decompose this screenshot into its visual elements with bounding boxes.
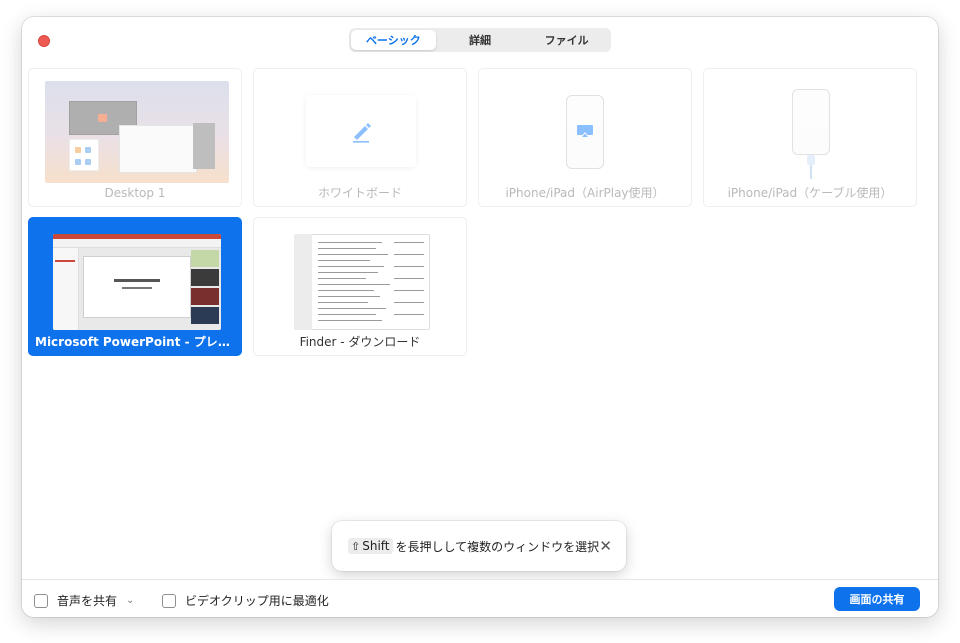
footer-bar: 音声を共有 ⌄ ビデオクリップ用に最適化 画面の共有 [22, 579, 938, 617]
share-audio-label: 音声を共有 [57, 594, 118, 608]
source-label: iPhone/iPad（ケーブル使用） [727, 186, 893, 200]
source-label: ホワイトボード [317, 186, 402, 200]
source-label: iPhone/iPad（AirPlay使用） [505, 186, 665, 200]
cable-line [810, 165, 812, 179]
phone-icon [792, 89, 830, 155]
source-label: Desktop 1 [104, 186, 166, 200]
share-audio-checkbox[interactable]: 音声を共有 ⌄ [34, 592, 134, 609]
pencil-icon [353, 123, 371, 143]
source-iphone-cable[interactable]: iPhone/iPad（ケーブル使用） [703, 68, 917, 207]
source-finder-window[interactable]: Finder - ダウンロード [253, 217, 467, 356]
lightning-cable-icon [807, 155, 815, 165]
source-label: Finder - ダウンロード [299, 335, 421, 349]
share-screen-window: ベーシック 詳細 ファイル Desktop 1 ホワイトボード iPhone/i… [22, 17, 938, 617]
source-desktop[interactable]: Desktop 1 [28, 68, 242, 207]
shift-icon: ⇧ [351, 539, 361, 553]
source-label: Microsoft PowerPoint - プレゼンテ… [35, 335, 241, 349]
desktop-thumbnail [45, 81, 229, 183]
chevron-down-icon[interactable]: ⌄ [126, 595, 134, 606]
checkbox-box[interactable] [34, 593, 48, 608]
airplay-icon [577, 125, 593, 137]
close-icon[interactable]: ✕ [599, 538, 612, 554]
share-screen-button[interactable]: 画面の共有 [834, 587, 920, 611]
optimize-video-label: ビデオクリップ用に最適化 [185, 594, 329, 608]
tip-text: を長押しして複数のウィンドウを選択 [395, 539, 600, 554]
multi-select-tip: ⇧ Shift を長押しして複数のウィンドウを選択 ✕ [332, 521, 626, 571]
source-iphone-airplay[interactable]: iPhone/iPad（AirPlay使用） [478, 68, 692, 207]
shift-key-label: Shift [362, 539, 390, 553]
tab-advanced[interactable]: 詳細 [438, 30, 523, 50]
finder-thumbnail [294, 234, 430, 330]
tab-files[interactable]: ファイル [524, 30, 609, 50]
tab-bar: ベーシック 詳細 ファイル [349, 28, 611, 52]
optimize-video-checkbox[interactable]: ビデオクリップ用に最適化 [162, 592, 329, 609]
tab-basic[interactable]: ベーシック [351, 30, 436, 50]
source-whiteboard[interactable]: ホワイトボード [253, 68, 467, 207]
close-window-icon[interactable] [38, 35, 50, 47]
phone-icon [566, 95, 604, 169]
shift-key-badge: ⇧ Shift [348, 538, 393, 554]
powerpoint-thumbnail [53, 234, 221, 330]
source-powerpoint-window[interactable]: Microsoft PowerPoint - プレゼンテ… [28, 217, 242, 356]
whiteboard-card [306, 95, 416, 167]
checkbox-box[interactable] [162, 593, 176, 608]
